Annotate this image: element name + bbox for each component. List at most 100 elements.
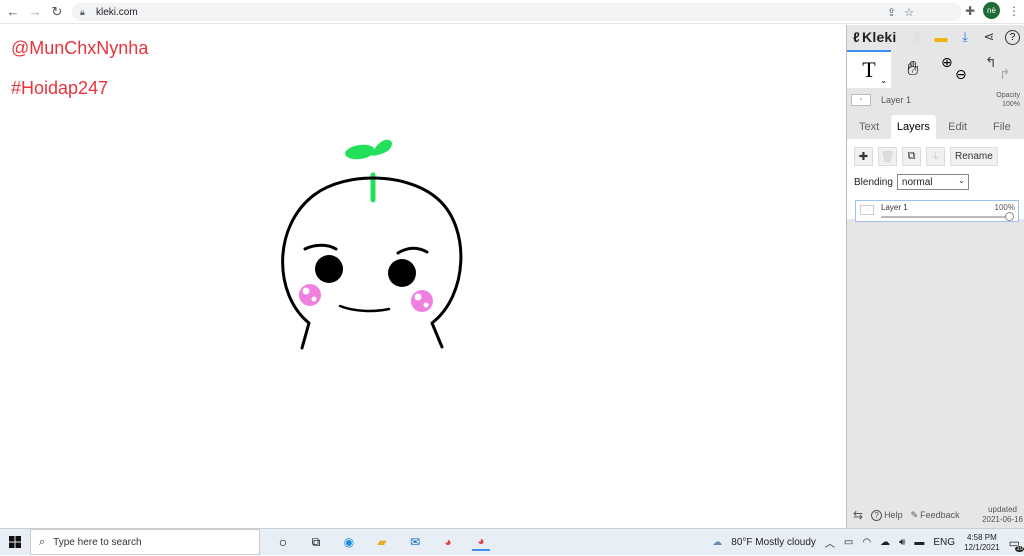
pencil-icon: ✎ [910, 509, 919, 520]
plus-icon: ✚ [858, 151, 869, 163]
reload-icon[interactable]: ↻ [46, 1, 68, 23]
chevron-down-icon: ⌄ [958, 176, 965, 185]
current-layer-indicator[interactable]: ▫ Layer 1 Opacity 100% [847, 89, 1024, 111]
back-icon[interactable]: ← [2, 1, 24, 23]
layer-item-name: Layer 1 [881, 203, 908, 212]
redo-icon[interactable]: ↱ [999, 66, 1011, 83]
undo-redo-buttons: ↰ ↱ [979, 50, 1023, 88]
clock-time: 4:58 PM [966, 532, 997, 542]
sprout-left-leaf [345, 144, 375, 160]
zoom-in-icon[interactable]: ⊕ [941, 54, 953, 71]
right-eyebrow [396, 246, 429, 255]
panel-tabs: Text Layers Edit File [847, 115, 1024, 139]
file-explorer-icon[interactable]: ▰ [373, 533, 391, 551]
download-icon[interactable]: ⤓ [957, 29, 973, 45]
zoom-out-icon[interactable]: ⊖ [955, 66, 967, 83]
forward-icon[interactable]: → [24, 1, 46, 23]
address-bar[interactable]: 🔒︎ kleki.com [72, 3, 962, 21]
start-button[interactable] [0, 529, 30, 556]
onedrive-icon[interactable]: ☁︎ [880, 537, 890, 548]
tab-layers[interactable]: Layers [891, 115, 936, 139]
app-name: Kleki [862, 29, 897, 45]
add-layer-button[interactable]: ✚ [854, 147, 873, 166]
tab-text[interactable]: Text [847, 115, 891, 139]
blending-label: Blending [854, 176, 893, 188]
notification-count-badge: 10 [1015, 545, 1024, 552]
tab-file[interactable]: File [980, 115, 1024, 139]
kleki-logo[interactable]: ℓ Kleki [853, 29, 897, 45]
chevron-up-icon[interactable]: ︿ [825, 535, 835, 550]
undo-icon[interactable]: ↰ [985, 54, 997, 71]
profile-avatar[interactable]: nè [983, 2, 1000, 19]
share-icon[interactable]: ⋖ [981, 29, 997, 45]
layer-opacity-slider[interactable] [881, 216, 1008, 218]
weather-text[interactable]: 80°F Mostly cloudy [731, 537, 816, 548]
save-icon[interactable]: ▬ [933, 29, 949, 45]
system-clock[interactable]: 4:58 PM 12/1/2021 [964, 533, 1000, 553]
share-icon[interactable]: ⇪ [887, 6, 896, 19]
swap-sides-icon[interactable]: ⇆ [853, 508, 863, 522]
left-eyebrow [303, 243, 338, 251]
edge-browser-icon[interactable]: ◉ [340, 533, 358, 551]
windows-logo-icon [9, 536, 21, 548]
menu-icon[interactable]: ⋮ [1008, 4, 1020, 18]
right-cheek [411, 290, 433, 312]
help-icon[interactable]: ? [1005, 29, 1020, 45]
delete-layer-button[interactable]: 🗑︎ [878, 147, 897, 166]
device-icon[interactable]: ▭ [844, 537, 853, 548]
taskbar-search-input[interactable]: ⌕ Type here to search [30, 529, 260, 555]
extensions-icon[interactable]: ✚ [965, 4, 975, 18]
network-icon[interactable]: ◠ [862, 537, 871, 548]
bookmark-star-icon[interactable]: ☆ [904, 6, 914, 19]
hand-tool-button[interactable]: ✋︎ [891, 50, 935, 88]
weather-icon[interactable]: ☁︎ [712, 537, 722, 548]
chrome-active-icon[interactable]: ◕ [472, 533, 490, 551]
layer-thumbnail: ▫ [851, 94, 871, 106]
help-link[interactable]: ? Help [871, 509, 903, 521]
head-outline [281, 176, 463, 350]
trash-icon: 🗑︎ [880, 151, 895, 163]
cortana-icon[interactable]: ○ [274, 533, 292, 551]
blending-select[interactable]: normal ⌄ [896, 174, 969, 190]
volume-icon[interactable]: 🔊︎ [899, 537, 905, 548]
text-tool-button[interactable]: T ⌄ [847, 50, 891, 88]
merge-down-button[interactable]: ⤓ [926, 147, 945, 166]
kleki-logo-icon: ℓ [853, 29, 861, 45]
help-label: Help [884, 510, 903, 520]
language-indicator[interactable]: ENG [933, 537, 955, 548]
update-info: updated 2021-06-16 [982, 505, 1024, 525]
url-text: kleki.com [96, 6, 138, 18]
windows-taskbar: ⌕ Type here to search ○ ⧉ ◉ ▰ ✉ ◕ ◕ ☁︎ 8… [0, 528, 1024, 555]
mouth [338, 304, 391, 313]
sprout-right-leaf [372, 139, 392, 156]
feedback-label: Feedback [920, 510, 960, 520]
task-view-icon[interactable]: ⧉ [307, 533, 325, 551]
mail-icon[interactable]: ✉ [406, 533, 424, 551]
layer-list-item[interactable]: · Layer 1 100% [855, 200, 1019, 222]
clock-date: 12/1/2021 [964, 542, 1000, 552]
chevron-down-icon[interactable]: ⌄ [880, 76, 887, 85]
help-circle-icon: ? [871, 509, 883, 521]
hand-icon: ✋︎ [907, 57, 919, 80]
search-icon: ⌕ [39, 535, 46, 548]
rename-layer-button[interactable]: Rename [950, 147, 998, 166]
text-tool-icon: T [862, 57, 876, 82]
drawing-canvas[interactable]: @MunChxNynha #Hoidap247 [0, 25, 846, 528]
new-file-icon[interactable]: ▯ [909, 29, 925, 45]
layer-item-thumbnail: · [860, 205, 874, 215]
blending-value: normal [901, 176, 933, 188]
updated-label: updated [988, 505, 1017, 514]
character-drawing [281, 139, 463, 350]
browser-toolbar: ← → ↻ 🔒︎ kleki.com ⇪ ☆ ✚ nè ⋮ [0, 0, 1024, 24]
lock-icon: 🔒︎ [80, 7, 85, 17]
battery-icon[interactable]: ▬ [914, 537, 924, 548]
layer-item-opacity: 100% [994, 203, 1015, 212]
updated-date: 2021-06-16 [982, 515, 1023, 524]
tab-edit[interactable]: Edit [936, 115, 980, 139]
right-eye [388, 259, 416, 287]
duplicate-layer-button[interactable]: ⧉ [902, 147, 921, 166]
feedback-link[interactable]: ✎ Feedback [911, 510, 960, 521]
notifications-icon[interactable]: ▭ 10 [1009, 536, 1024, 552]
layer-opacity-slider-handle[interactable] [1005, 212, 1014, 221]
chrome-icon[interactable]: ◕ [439, 533, 457, 551]
